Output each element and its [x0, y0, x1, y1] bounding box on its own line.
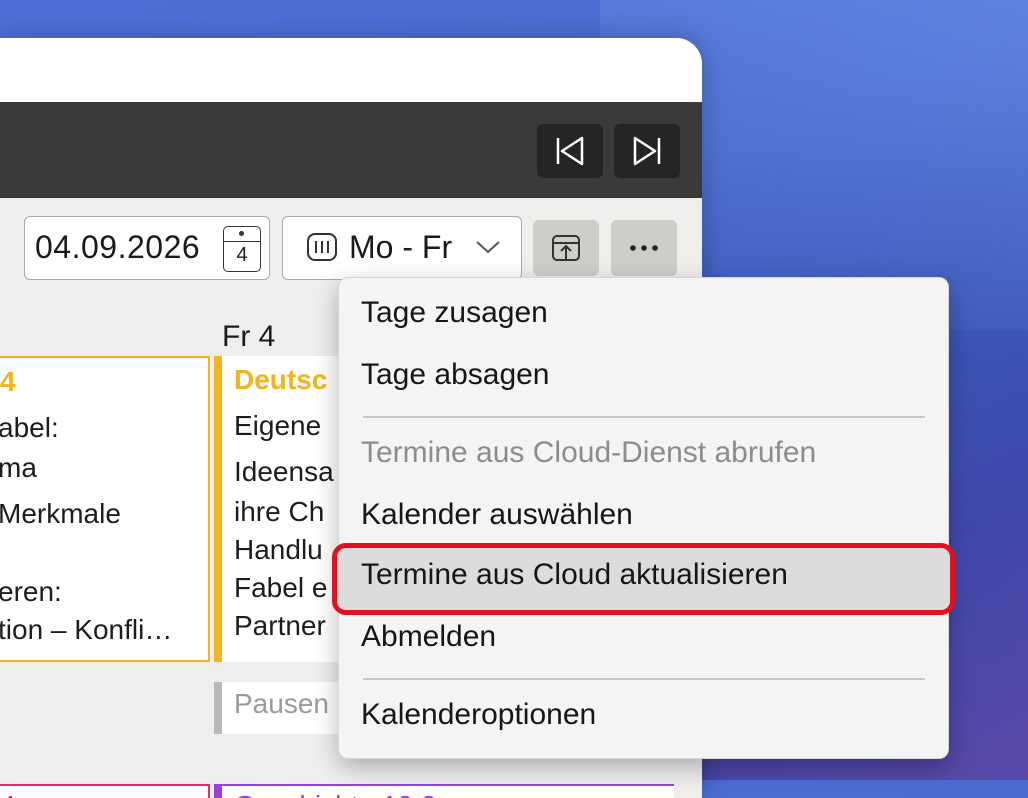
date-field[interactable]: 04.09.2026 4 — [24, 216, 270, 280]
menu-item-logout[interactable]: Abmelden — [361, 620, 496, 654]
title-bar — [0, 38, 702, 102]
pause-label: Pausen — [234, 688, 329, 719]
event-line: Handlu — [234, 534, 323, 565]
event-card-left[interactable]: 4 abel: ma Merkmale eren: tion – Konfli… — [0, 356, 210, 662]
menu-item-update-cloud[interactable]: Termine aus Cloud aktualisieren — [361, 558, 788, 592]
skip-forward-icon — [633, 136, 661, 166]
event-card-bottom-left[interactable]: 4 — [0, 784, 210, 798]
event-line: Fabel e — [234, 572, 328, 603]
more-options-button[interactable] — [611, 220, 677, 276]
menu-item-update-cloud-highlight[interactable]: Termine aus Cloud aktualisieren — [332, 543, 955, 615]
toolbar — [0, 102, 702, 198]
calendar-day-number: 4 — [236, 244, 248, 266]
menu-item-accept-days[interactable]: Tage zusagen — [361, 296, 548, 330]
event-line: tion – Konfli… — [0, 614, 173, 645]
range-select[interactable]: Mo - Fr — [282, 216, 522, 280]
chevron-down-icon — [476, 241, 500, 254]
event-line: ma — [0, 452, 37, 483]
menu-item-fetch-cloud: Termine aus Cloud-Dienst abrufen — [361, 436, 817, 469]
more-options-menu: Tage zusagen Tage absagen Termine aus Cl… — [338, 277, 949, 759]
skip-back-icon — [556, 136, 584, 166]
menu-item-decline-days[interactable]: Tage absagen — [361, 358, 550, 392]
event-title: Geschichte 10.2 — [234, 790, 436, 798]
event-title: 4 — [0, 790, 16, 798]
menu-item-calendar-options[interactable]: Kalenderoptionen — [361, 698, 596, 732]
day-header: Fr 4 — [222, 320, 276, 353]
calendar-icon[interactable]: 4 — [223, 226, 261, 272]
event-line: Merkmale — [0, 498, 121, 529]
event-title: Deutsc — [234, 364, 328, 395]
range-value: Mo - Fr — [349, 229, 453, 265]
event-line: abel: — [0, 412, 59, 443]
ellipsis-icon — [630, 245, 658, 251]
export-calendar-icon — [552, 235, 580, 261]
columns-icon — [307, 233, 337, 261]
export-button[interactable] — [533, 220, 599, 276]
event-line: ihre Ch — [234, 496, 325, 527]
event-line: Eigene — [234, 410, 322, 441]
go-last-button[interactable] — [614, 124, 680, 178]
menu-separator — [363, 416, 925, 418]
menu-item-select-calendar[interactable]: Kalender auswählen — [361, 498, 633, 532]
event-line: Ideensa — [234, 456, 334, 487]
menu-separator — [363, 678, 925, 680]
event-title: 4 — [0, 366, 16, 397]
event-line: eren: — [0, 576, 62, 607]
date-value: 04.09.2026 — [35, 229, 201, 265]
go-first-button[interactable] — [537, 124, 603, 178]
event-line: Partner — [234, 610, 326, 641]
event-card-bottom-right[interactable]: Geschichte 10.2 — [214, 784, 674, 798]
